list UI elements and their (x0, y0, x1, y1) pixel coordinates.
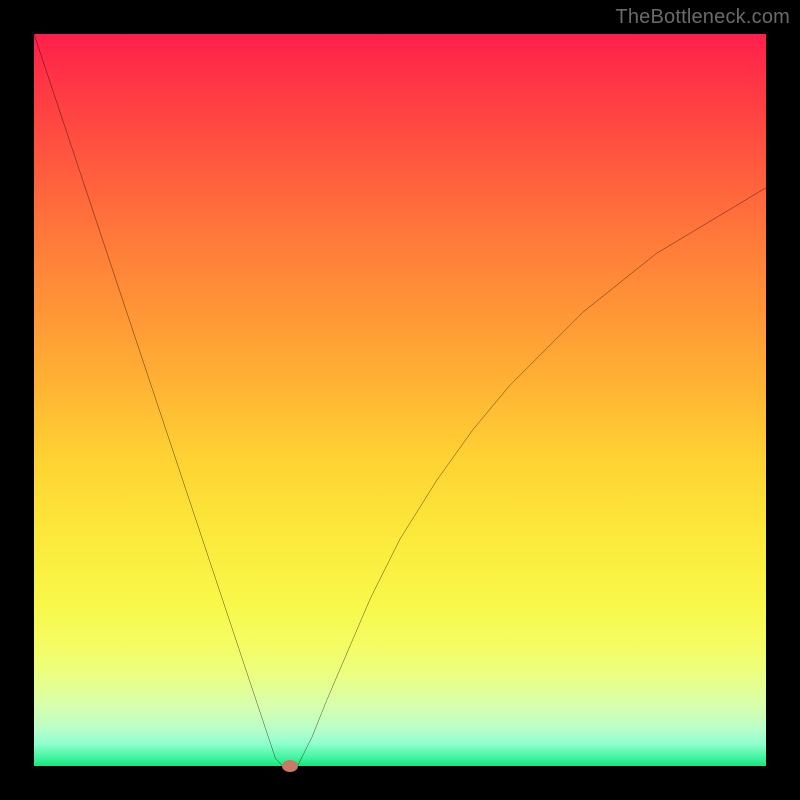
bottleneck-curve (34, 34, 766, 766)
optimal-point-marker (282, 760, 298, 772)
curve-svg (34, 34, 766, 766)
chart-frame: TheBottleneck.com (0, 0, 800, 800)
plot-area (34, 34, 766, 766)
watermark-text: TheBottleneck.com (615, 6, 790, 29)
